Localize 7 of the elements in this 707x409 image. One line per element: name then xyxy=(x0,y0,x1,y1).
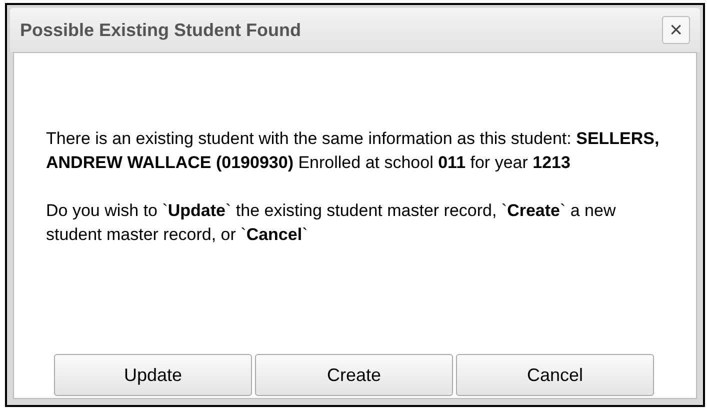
dialog-button[interactable]: Update xyxy=(54,354,252,396)
message-paragraph: Do you wish to `Update` the existing student master record, `Create` a new student master record, or `Cancel` xyxy=(46,200,617,246)
message-paragraph: There is an existing student with the same information as this student: SELLERS, ANDREW WALLACE (0190930) Enrolled at school 011 for year 1213 xyxy=(46,128,660,174)
dialog-title: Possible Existing Student Found xyxy=(20,18,302,42)
dialog-button[interactable]: Cancel xyxy=(456,354,654,396)
dialog-button[interactable]: Create xyxy=(255,354,453,396)
close-button[interactable]: × xyxy=(662,16,690,44)
